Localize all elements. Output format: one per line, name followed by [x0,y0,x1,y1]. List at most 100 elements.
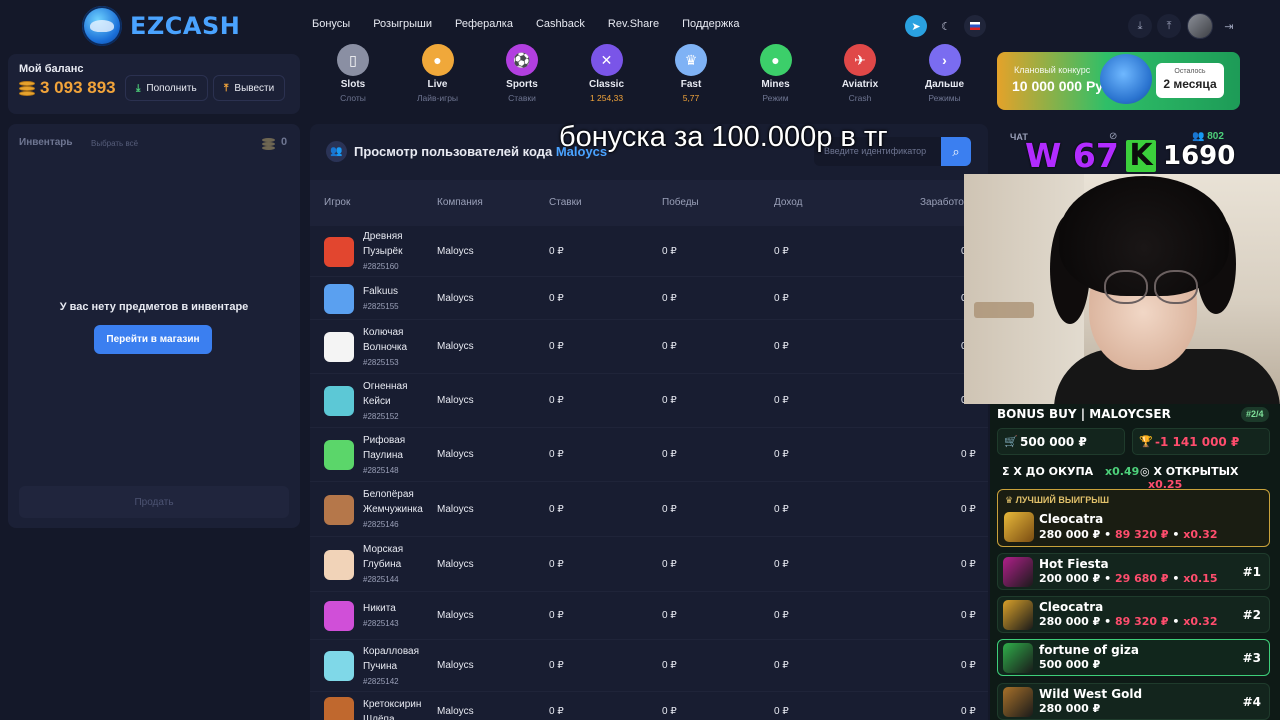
player-name-cell[interactable]: Белопёрая Жемчужинка #2825146 [363,487,431,532]
table-row[interactable]: Морская Глубина #2825144 Maloycs 0 ₽ 0 ₽ 0 ₽ 0… [310,537,988,592]
player-avatar [324,332,354,362]
bonus-buy-item[interactable]: Hot Fiesta 200 000 ₽ • 29 680 ₽ • x0.15 #1 [997,553,1270,590]
game-tile-live[interactable]: ● Live Лайв-игры [400,44,476,103]
select-all-link[interactable]: Выбрать всё [91,139,138,148]
item-name: Hot Fiesta [1039,557,1109,571]
nav-giveaways[interactable]: Розыгрыши [373,18,432,30]
nav-bonuses[interactable]: Бонусы [312,18,350,30]
player-name: Никита [363,603,396,614]
bets-cell: 0 ₽ [549,245,564,257]
logout-icon[interactable]: ⇥ [1217,14,1241,38]
player-name-cell[interactable]: Falkuus #2825155 [363,284,431,314]
game-tile-fast[interactable]: ♛ Fast 5,77 [653,44,729,103]
x-to-payback-label: Х ДО ОКУПА [1013,465,1094,478]
player-avatar [324,386,354,416]
game-tile-дальше[interactable]: › Дальше Режимы [907,44,983,103]
download-icon[interactable]: ⤓ [1128,14,1152,38]
table-row[interactable]: Falkuus#2825155Maloycs0 ₽0 ₽0 ₽0 [310,277,988,320]
coins-icon [19,81,35,96]
item-meta: 280 000 ₽ • 89 320 ₽ • x0.32 [1039,615,1218,628]
item-bet: 500 000 ₽ [1039,658,1101,671]
player-name-cell[interactable]: Морская Глубина #2825144 [363,542,431,587]
game-tile-mines[interactable]: ● Mines Режим [738,44,814,103]
earnings-cell: 0 ₽ [961,503,976,515]
income-cell: 0 ₽ [774,292,789,304]
clan-contest-banner[interactable]: Клановый конкурс 10 000 000 Руб Осталось… [997,52,1240,110]
table-row[interactable]: Кретоксирин Шлёпа Maloycs 0 ₽ 0 ₽ 0 ₽ 0 ₽ [310,692,988,720]
site-logo[interactable]: EZCASH [82,6,240,46]
sell-button[interactable]: Продать [19,486,289,518]
nav-referral[interactable]: Рефералка [455,18,513,30]
nav-revshare[interactable]: Rev.Share [608,18,659,30]
player-name-cell[interactable]: Колючая Волночка #2825153 [363,325,431,370]
glasses-right-lens [1154,270,1198,304]
table-row[interactable]: Огненная Кейси#2825152Maloycs0 ₽0 ₽0 ₽0 [310,374,988,428]
income-cell: 0 ₽ [774,706,789,717]
user-avatar[interactable] [1187,13,1213,39]
bets-cell: 0 ₽ [549,395,564,406]
k-badge: K [1126,140,1156,172]
col-income[interactable]: Доход [774,197,802,208]
ball-icon: ⚽ [506,44,538,76]
col-earnings[interactable]: Заработок [920,197,968,208]
player-name-cell[interactable]: Коралловая Пучина #2825142 [363,644,431,689]
bets-cell: 0 ₽ [549,558,564,570]
go-to-shop-button[interactable]: Перейти в магазин [94,325,212,354]
game-tile-sports[interactable]: ⚽ Sports Ставки [484,44,560,103]
item-name: Wild West Gold [1039,687,1143,701]
bets-cell: 0 ₽ [549,610,564,621]
theme-moon-icon[interactable]: ☾ [935,15,957,37]
col-wins[interactable]: Победы [662,197,699,208]
company-cell: Maloycs [437,341,474,352]
game-tile-classic[interactable]: ✕ Classic 1 254,33 [569,44,645,103]
player-avatar [324,697,354,720]
table-row[interactable]: Белопёрая Жемчужинка #2825146 Maloycs 0 ₽ 0 … [310,482,988,537]
best-x: x0.32 [1183,528,1218,541]
col-bets[interactable]: Ставки [549,197,582,208]
table-row[interactable]: Коралловая Пучина #2825142 Maloycs 0 ₽ 0 ₽ 0 … [310,640,988,692]
balance-panel: Мой баланс 3 093 893 ⤓ Пополнить ⤒ Вывес… [8,54,300,114]
plane-icon: ✈ [844,44,876,76]
bonus-buy-title: BONUS BUY | MALOYCSER [997,407,1171,421]
col-company[interactable]: Компания [437,197,483,208]
game-tile-aviatrix[interactable]: ✈ Aviatrix Crash [822,44,898,103]
table-row[interactable]: Рифовая Паулина #2825148 Maloycs 0 ₽ 0 ₽ 0 ₽ 0… [310,428,988,482]
item-number: #4 [1242,695,1261,709]
telegram-icon[interactable]: ➤ [905,15,927,37]
game-name: Mines [761,79,790,90]
nav-cashback[interactable]: Cashback [536,18,585,30]
player-name-cell[interactable]: Никита #2825143 [363,601,431,631]
item-win: 89 320 ₽ [1114,615,1169,628]
bonus-buy-item[interactable]: Cleocatra 280 000 ₽ • 89 320 ₽ • x0.32 #2 [997,596,1270,633]
bonus-buy-panel: BONUS BUY | MALOYCSER #2/4 🛒 500 000 ₽ 🏆… [990,404,1280,720]
language-flag-icon[interactable] [964,15,986,37]
bets-cell: 0 ₽ [549,292,564,304]
withdraw-button[interactable]: ⤒ Вывести [213,75,286,101]
player-name-cell[interactable]: Огненная Кейси #2825152 [363,379,431,424]
upload-icon[interactable]: ⤒ [1157,14,1181,38]
bonus-buy-item[interactable]: fortune of giza 500 000 ₽ #3 [997,639,1270,676]
table-row[interactable]: Древняя Пузырёк#2825160Maloycs0 ₽0 ₽0 ₽0 [310,226,988,277]
player-name-cell[interactable]: Древняя Пузырёк #2825160 [363,229,431,274]
table-row[interactable]: Колючая Волночка #2825153 Maloycs 0 ₽ 0 ₽ 0 ₽… [310,320,988,374]
income-cell: 0 ₽ [774,503,789,515]
promo-subtitle: Клановый конкурс [1014,65,1091,75]
nav-support[interactable]: Поддержка [682,18,739,30]
bonus-buy-item[interactable]: Wild West Gold 280 000 ₽ #4 [997,683,1270,720]
game-name: Sports [506,79,538,90]
game-tile-slots[interactable]: ▯ Slots Слоты [315,44,391,103]
game-name: Slots [340,79,366,90]
slot-icon [1003,557,1033,587]
deposit-button[interactable]: ⤓ Пополнить [125,75,208,101]
k-score: 1690 [1163,141,1236,171]
table-row[interactable]: Никита #2825143 Maloycs 0 ₽ 0 ₽ 0 ₽ 0 ₽ [310,592,988,640]
glasses-left-lens [1104,270,1148,304]
item-number: #2 [1242,608,1261,622]
player-name-cell[interactable]: Рифовая Паулина #2825148 [363,433,431,478]
company-cell: Maloycs [437,292,474,304]
search-button[interactable]: ⌕ [941,137,971,166]
player-name-cell[interactable]: Кретоксирин Шлёпа [363,697,431,720]
slot-icon [1003,600,1033,630]
col-player[interactable]: Игрок [324,197,350,208]
player-id: #2825160 [363,262,399,271]
